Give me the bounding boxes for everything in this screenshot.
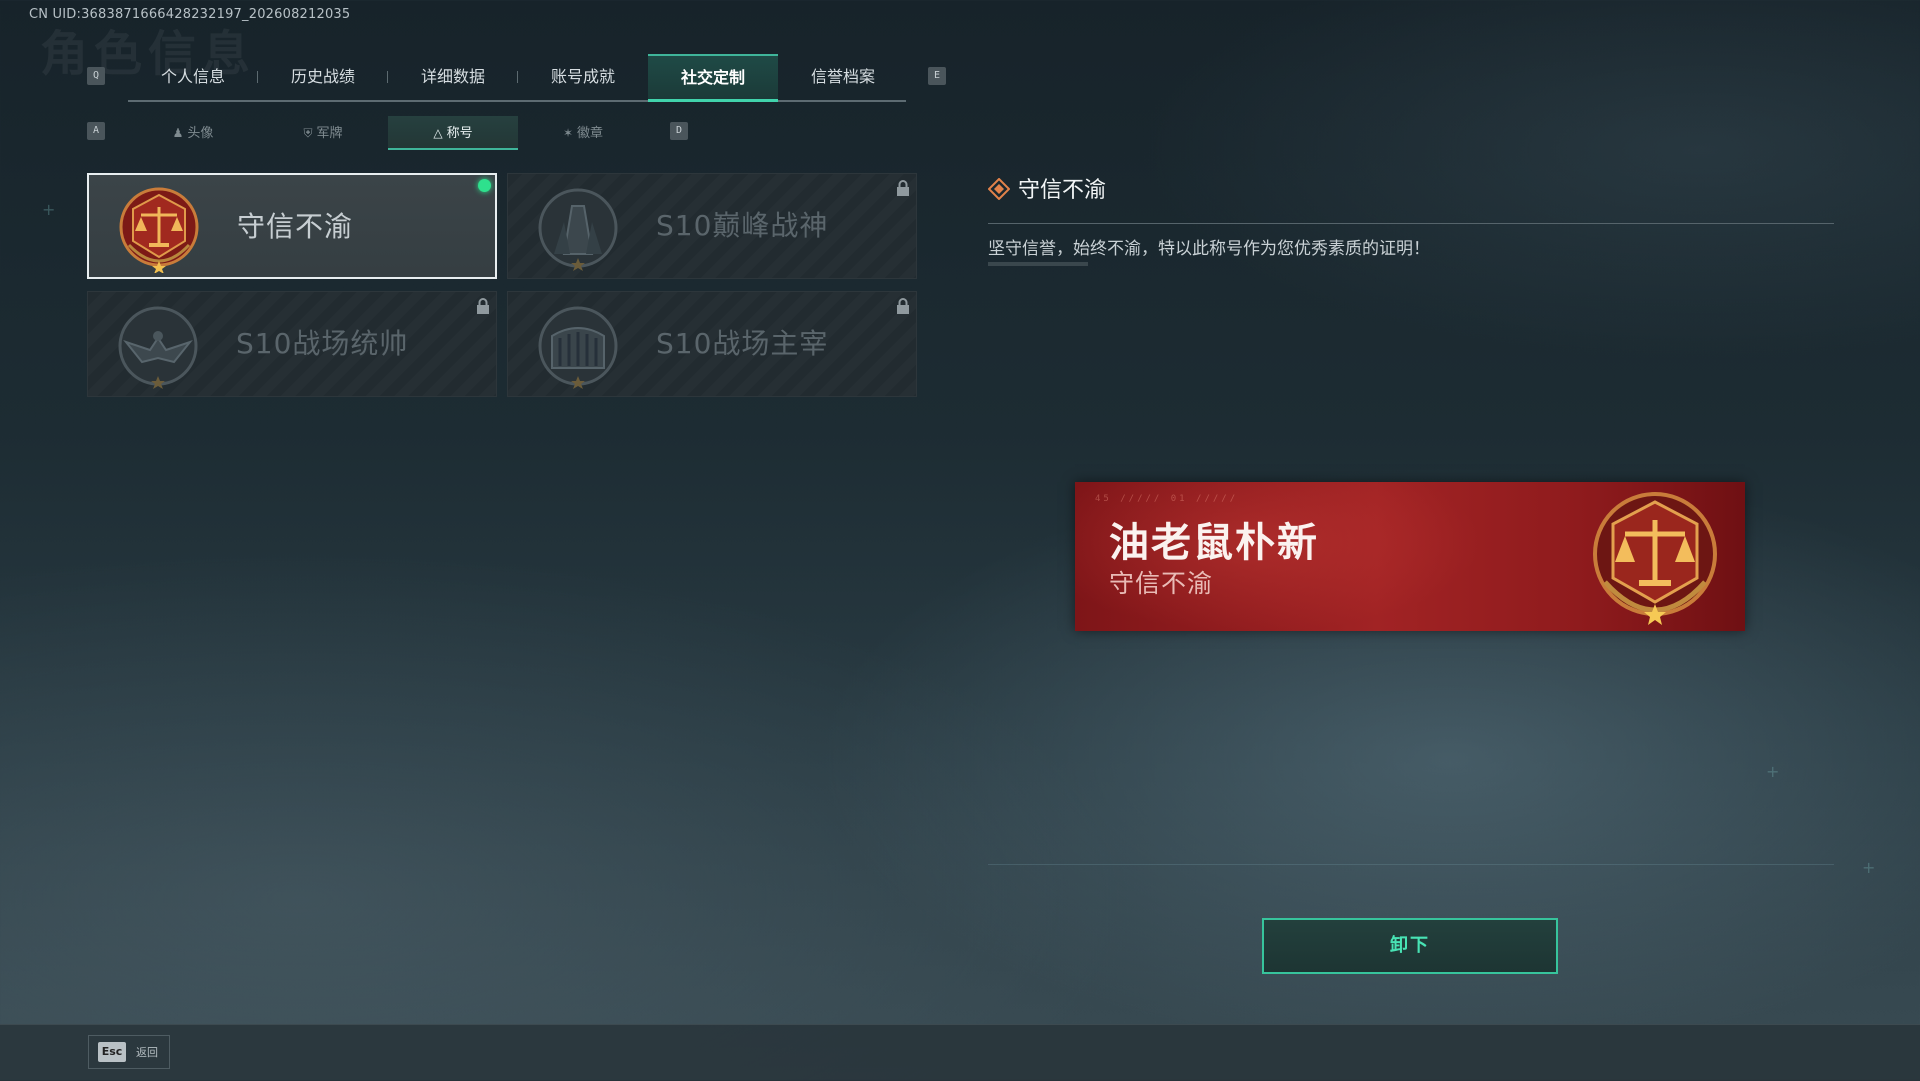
title-name: S10巅峰战神 [656,209,829,242]
detail-divider [988,223,1834,224]
title-card[interactable]: S10战场统帅 [87,291,497,397]
equipped-indicator-icon [478,179,491,192]
title-card[interactable]: S10战场主宰 [507,291,917,397]
title-card[interactable]: 守信不渝 [87,173,497,279]
back-label: 返回 [136,1046,158,1059]
tab-achievements[interactable]: 账号成就 [518,54,648,100]
title-name: S10战场主宰 [656,327,829,360]
subtab-emblem[interactable]: ✶ 徽章 [518,116,648,150]
footer-bar [0,1024,1920,1081]
title-icon: △ [433,126,443,140]
subtab-title[interactable]: △ 称号 [388,116,518,150]
main-tab-bar: 个人信息 历史战绩 详细数据 账号成就 社交定制 信誉档案 [128,54,906,102]
subtab-label: 徽章 [577,126,604,141]
scales-badge-icon [119,187,199,273]
divider [988,864,1834,865]
subtab-label: 头像 [187,126,214,141]
detail-underline [988,262,1088,266]
nameplate-code-deco: 45 ///// 01 ///// [1095,494,1239,504]
title-card[interactable]: S10巅峰战神 [507,173,917,279]
detail-description: 坚守信誉，始终不渝，特以此称号作为您优秀素质的证明！ [988,239,1430,259]
title-name: 守信不渝 [237,210,354,243]
eagle-badge-icon [118,306,198,389]
crosshair-deco-icon: + [1862,858,1876,877]
emblem-icon: ✶ [562,126,574,140]
lock-icon [477,298,489,314]
scales-badge-icon [1593,492,1717,625]
sub-tab-bar: ♟ 头像 ⛨ 军牌 △ 称号 ✶ 徽章 [128,116,776,150]
nameplate-player-name: 油老鼠朴新 [1109,520,1319,566]
crosshair-deco-icon: + [1766,762,1780,781]
unequip-button[interactable]: 卸下 [1262,918,1558,974]
subtab-avatar[interactable]: ♟ 头像 [128,116,258,150]
esc-key: Esc [98,1042,126,1062]
subtab-dogtag[interactable]: ⛨ 军牌 [258,116,388,150]
tab-credit-record[interactable]: 信誉档案 [778,54,908,100]
tab-social-customization[interactable]: 社交定制 [648,54,778,102]
next-tab-key[interactable]: E [928,67,946,85]
subtab-label: 军牌 [316,126,343,141]
prev-tab-key[interactable]: Q [87,67,105,85]
nameplate-title: 守信不渝 [1109,569,1214,598]
tab-personal-info[interactable]: 个人信息 [128,54,258,100]
lock-icon [897,298,909,314]
prev-subtab-key[interactable]: A [87,122,105,140]
colosseum-badge-icon [538,306,618,389]
uid-text: CN UID:3683871666428232197_202608212035 [29,7,351,22]
dogtag-icon: ⛨ [303,126,313,140]
lock-icon [897,180,909,196]
tab-match-history[interactable]: 历史战绩 [258,54,388,100]
diamond-icon [988,178,1010,200]
crosshair-deco-icon: + [42,200,56,219]
subtab-label: 称号 [446,126,473,141]
title-name: S10战场统帅 [236,327,409,360]
tower-badge-icon [538,188,618,271]
nameplate-preview: 45 ///// 01 ///// 油老鼠朴新 守信不渝 [1075,482,1745,631]
tab-detailed-stats[interactable]: 详细数据 [388,54,518,100]
detail-title: 守信不渝 [1018,178,1107,203]
person-icon: ♟ [172,126,184,140]
